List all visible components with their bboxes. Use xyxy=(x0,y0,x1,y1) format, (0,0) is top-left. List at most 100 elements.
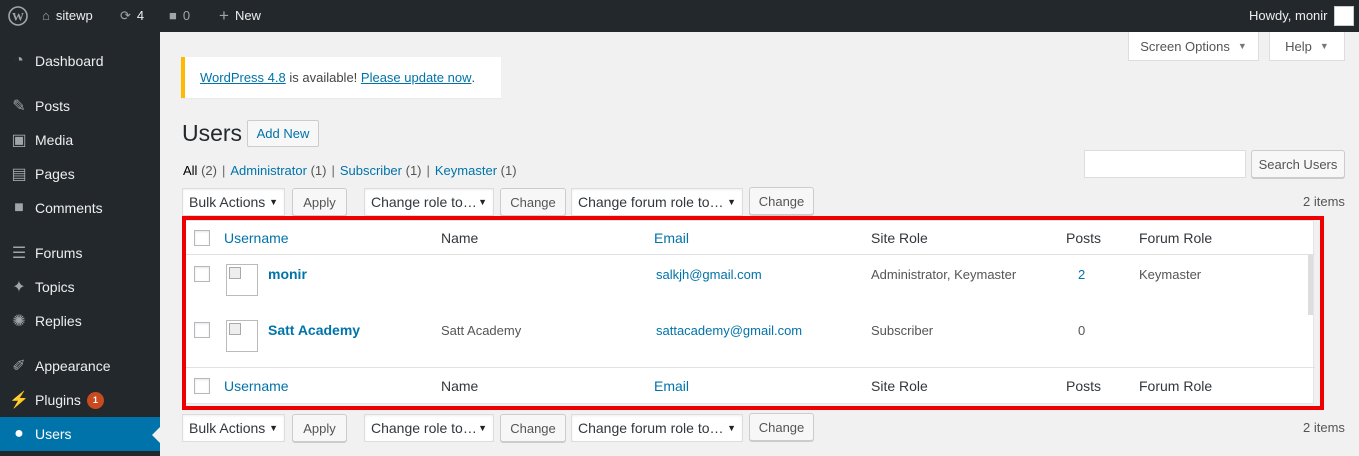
sidebar-item-dashboard[interactable]: ◔ Dashboard xyxy=(0,44,160,78)
bulk-actions-select-bottom[interactable]: Bulk Actions ▼ xyxy=(182,414,285,442)
sidebar-item-pages[interactable]: ▤ Pages xyxy=(0,157,160,191)
sidebar-item-label: Appearance xyxy=(35,358,111,374)
sidebar-item-label: Pages xyxy=(35,166,75,182)
sidebar-item-appearance[interactable]: ✐ Appearance xyxy=(0,349,160,383)
comments-link[interactable]: ■ 0 xyxy=(169,0,190,32)
filter-subscriber[interactable]: Subscriber (1) xyxy=(340,163,422,178)
filter-administrator[interactable]: Administrator (1) xyxy=(230,163,326,178)
items-count-bottom: 2 items xyxy=(1303,420,1345,435)
plugin-icon: ⚡ xyxy=(9,392,29,409)
username-link[interactable]: Satt Academy xyxy=(268,322,360,338)
updates-icon: ⟳ xyxy=(120,8,131,23)
my-account-link[interactable]: Howdy, monir xyxy=(1249,0,1354,32)
change-forum-role-button[interactable]: Change xyxy=(749,187,814,215)
change-role-button[interactable]: Change xyxy=(500,188,566,216)
row-checkbox[interactable] xyxy=(194,322,210,338)
dashboard-icon: ◔ xyxy=(14,52,24,69)
search-users-button[interactable]: Search Users xyxy=(1251,150,1345,178)
row-checkbox[interactable] xyxy=(194,266,210,282)
apply-button-bottom[interactable]: Apply xyxy=(292,414,347,442)
change-forum-role-select-bottom[interactable]: Change forum role to… ▼ xyxy=(571,414,743,442)
select-all-checkbox[interactable] xyxy=(194,230,210,246)
separator: | xyxy=(221,163,226,178)
filter-keymaster-label: Keymaster xyxy=(434,163,498,178)
filter-keymaster[interactable]: Keymaster (1) xyxy=(435,163,517,178)
new-content-link[interactable]: + New xyxy=(219,0,261,32)
bulk-actions-value: Bulk Actions xyxy=(189,194,266,210)
updates-count: 4 xyxy=(136,8,145,23)
update-now-link[interactable]: Please update now xyxy=(361,70,472,85)
select-all-checkbox[interactable] xyxy=(194,378,210,394)
new-label: New xyxy=(234,8,261,23)
sidebar-item-label: Dashboard xyxy=(35,53,104,69)
dropdown-arrow-icon: ▼ xyxy=(269,197,278,207)
column-site-role: Site Role xyxy=(871,378,928,394)
sidebar-item-replies[interactable]: ✺ Replies xyxy=(0,304,160,338)
notice-text: is available! xyxy=(285,70,361,85)
change-role-select[interactable]: Change role to… ▼ xyxy=(364,188,494,216)
column-email[interactable]: Email xyxy=(654,230,689,246)
email-link[interactable]: sattacademy@gmail.com xyxy=(656,323,802,338)
caret-down-icon: ▼ xyxy=(1319,41,1329,51)
sidebar-item-posts[interactable]: ✎ Posts xyxy=(0,89,160,123)
search-input[interactable] xyxy=(1084,150,1246,178)
updates-link[interactable]: ⟳ 4 xyxy=(120,0,144,32)
column-username[interactable]: Username xyxy=(224,230,289,246)
filter-all-count: (2) xyxy=(201,163,217,178)
bulk-actions-select[interactable]: Bulk Actions ▼ xyxy=(182,188,285,216)
wordpress-version-link[interactable]: WordPress 4.8 xyxy=(200,70,286,85)
change-role-select-bottom[interactable]: Change role to… ▼ xyxy=(364,414,494,442)
comment-bubble-icon: ■ xyxy=(169,8,177,23)
change-forum-role-value: Change forum role to… xyxy=(578,420,724,436)
table-scrollbar[interactable] xyxy=(1308,255,1313,315)
filter-all[interactable]: All (2) xyxy=(183,163,217,178)
table-row: monir salkjh@gmail.com Administrator, Ke… xyxy=(185,255,1315,311)
sidebar-item-topics[interactable]: ✦ Topics xyxy=(0,270,160,304)
change-role-value: Change role to… xyxy=(371,194,477,210)
column-email[interactable]: Email xyxy=(654,378,689,394)
topics-icon: ✦ xyxy=(12,279,26,296)
add-new-button[interactable]: Add New xyxy=(247,120,319,147)
posts-count-link[interactable]: 2 xyxy=(1078,267,1085,282)
sidebar-item-plugins[interactable]: ⚡ Plugins 1 xyxy=(0,383,160,417)
change-role-button-bottom[interactable]: Change xyxy=(500,414,566,442)
filter-subscriber-count: (1) xyxy=(405,163,422,178)
sidebar-item-label: Comments xyxy=(35,200,103,216)
help-button[interactable]: Help ▼ xyxy=(1269,32,1345,61)
avatar xyxy=(1333,6,1354,26)
email-link[interactable]: salkjh@gmail.com xyxy=(656,267,762,282)
apply-button[interactable]: Apply xyxy=(292,188,347,216)
site-name-link[interactable]: ⌂ sitewp xyxy=(42,0,93,32)
sidebar-item-forums[interactable]: ☰ Forums xyxy=(0,236,160,270)
sidebar-item-media[interactable]: ▣ Media xyxy=(0,123,160,157)
filter-administrator-label: Administrator xyxy=(230,163,307,178)
site-role: Administrator, Keymaster xyxy=(871,267,1017,282)
sidebar-item-label: Posts xyxy=(35,98,71,114)
filter-subscriber-label: Subscriber xyxy=(339,163,402,178)
column-username[interactable]: Username xyxy=(224,378,289,394)
column-posts: Posts xyxy=(1066,378,1102,394)
admin-bar: W ⌂ sitewp ⟳ 4 ■ 0 + New Howdy, monir xyxy=(0,0,1359,32)
forums-icon: ☰ xyxy=(11,245,27,262)
column-posts: Posts xyxy=(1066,230,1102,246)
change-forum-role-select[interactable]: Change forum role to… ▼ xyxy=(571,188,743,216)
screen-options-button[interactable]: Screen Options ▼ xyxy=(1128,32,1259,61)
dropdown-arrow-icon: ▼ xyxy=(727,197,736,207)
sidebar-item-label: Users xyxy=(35,426,72,442)
user-icon: ● xyxy=(14,425,24,442)
change-role-value: Change role to… xyxy=(371,420,477,436)
wordpress-logo-icon[interactable]: W xyxy=(8,0,28,32)
dropdown-arrow-icon: ▼ xyxy=(727,423,736,433)
username-link[interactable]: monir xyxy=(268,266,307,282)
table-footer: Username Name Email Site Role Posts Foru… xyxy=(185,367,1315,403)
bulk-actions-value: Bulk Actions xyxy=(189,420,266,436)
help-label: Help xyxy=(1285,38,1312,54)
brush-icon: ✐ xyxy=(12,358,26,375)
howdy-text: Howdy, monir xyxy=(1249,8,1328,23)
change-forum-role-button-bottom[interactable]: Change xyxy=(749,413,814,441)
sidebar-item-label: Media xyxy=(35,132,74,148)
sidebar-item-users[interactable]: ● Users xyxy=(0,417,160,451)
items-count: 2 items xyxy=(1303,194,1345,209)
separator: | xyxy=(426,163,430,178)
sidebar-item-comments[interactable]: ■ Comments xyxy=(0,191,160,225)
